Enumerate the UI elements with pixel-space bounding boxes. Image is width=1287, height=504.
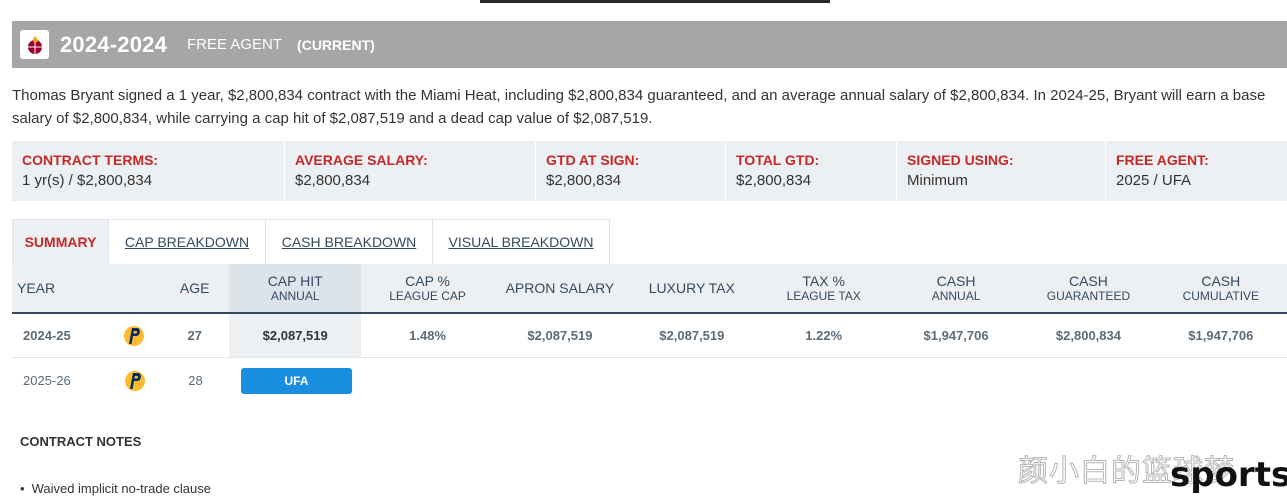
ufa-badge: UFA — [241, 367, 352, 394]
table-row: 2025-26 28 UFA — [12, 358, 1287, 403]
cell-apron-salary: $2,087,519 — [527, 328, 593, 343]
header-label: APRON SALARY — [505, 279, 615, 296]
header-label: CASH — [1068, 272, 1108, 289]
header-label: YEAR — [17, 279, 56, 296]
header-sublabel: LEAGUE TAX — [786, 288, 861, 303]
term-contract-terms: CONTRACT TERMS: 1 yr(s) / $2,800,834 — [12, 141, 285, 201]
header-label: CASH — [1201, 272, 1241, 289]
contract-notes-title: CONTRACT NOTES — [20, 434, 142, 449]
header-label: CASH — [936, 272, 976, 289]
term-label: FREE AGENT: — [1116, 152, 1209, 168]
cell-tax-pct: 1.22% — [805, 328, 843, 343]
top-image-strip — [480, 0, 830, 3]
term-value: $2,800,834 — [546, 172, 622, 189]
term-value: $2,800,834 — [295, 172, 371, 189]
heat-logo-icon — [20, 30, 49, 59]
header-sublabel: CUMULATIVE — [1182, 288, 1260, 303]
cell-age: 28 — [188, 373, 203, 388]
header-label: LUXURY TAX — [648, 279, 735, 296]
cell-cash-guaranteed: $2,800,834 — [1055, 328, 1121, 343]
header-label: CAP HIT — [267, 272, 323, 289]
tab-cap-breakdown[interactable]: CAP BREAKDOWN — [109, 220, 266, 264]
term-free-agent: FREE AGENT: 2025 / UFA — [1106, 141, 1287, 201]
header-tax-pct: TAX % LEAGUE TAX — [758, 264, 890, 312]
cell-cap-pct: 1.48% — [409, 328, 447, 343]
header-team — [108, 264, 161, 312]
term-value: $2,800,834 — [736, 172, 812, 189]
contract-description: Thomas Bryant signed a 1 year, $2,800,83… — [12, 87, 1266, 127]
term-signed-using: SIGNED USING: Minimum — [897, 141, 1106, 201]
table-row: 2024-25 27 $2,087,519 1.48% $2,087,519 $… — [12, 314, 1287, 358]
cell-cash-annual: $1,947,706 — [923, 328, 989, 343]
term-gtd-at-sign: GTD AT SIGN: $2,800,834 — [536, 141, 726, 201]
cell-year: 2024-25 — [23, 328, 71, 343]
header-cash-guaranteed: CASH GUARANTEED — [1022, 264, 1154, 312]
header-sublabel: LEAGUE CAP — [389, 288, 466, 303]
table-header: YEAR AGE CAP HIT ANNUAL CAP % LEAGUE CAP A… — [12, 264, 1287, 314]
header-cap-pct: CAP % LEAGUE CAP — [361, 264, 493, 312]
term-label: SIGNED USING: — [907, 152, 1014, 168]
list-item: Waived implicit no-trade clause — [20, 481, 211, 496]
tab-cash-breakdown[interactable]: CASH BREAKDOWN — [266, 220, 433, 264]
tab-visual-breakdown[interactable]: VISUAL BREAKDOWN — [433, 220, 609, 264]
term-label: GTD AT SIGN: — [546, 152, 640, 168]
header-sublabel: ANNUAL — [931, 288, 981, 303]
term-value: 2025 / UFA — [1116, 172, 1192, 189]
header-luxury-tax: LUXURY TAX — [626, 264, 757, 312]
cell-year: 2025-26 — [23, 373, 71, 388]
term-value: 1 yr(s) / $2,800,834 — [22, 172, 153, 189]
contract-type: FREE AGENT — [187, 36, 283, 53]
header-label: TAX % — [802, 272, 845, 289]
term-total-gtd: TOTAL GTD: $2,800,834 — [726, 141, 897, 201]
cell-cash-cumulative: $1,947,706 — [1188, 328, 1254, 343]
header-sublabel: GUARANTEED — [1046, 288, 1131, 303]
header-cash-annual: CASH ANNUAL — [890, 264, 1022, 312]
contract-terms-bar: CONTRACT TERMS: 1 yr(s) / $2,800,834 AVE… — [12, 141, 1287, 201]
header-label: AGE — [179, 279, 210, 296]
contract-status: (CURRENT) — [297, 36, 375, 53]
pacers-logo-icon — [108, 358, 161, 403]
cell-cap-hit: $2,087,519 — [229, 314, 362, 357]
term-average-salary: AVERAGE SALARY: $2,800,834 — [285, 141, 536, 201]
term-label: AVERAGE SALARY: — [295, 152, 428, 168]
cell-age: 27 — [187, 328, 202, 343]
breakdown-tabs: SUMMARY CAP BREAKDOWN CASH BREAKDOWN VIS… — [12, 219, 610, 264]
header-sublabel: ANNUAL — [270, 288, 320, 303]
tab-summary[interactable]: SUMMARY — [13, 220, 109, 264]
term-label: TOTAL GTD: — [736, 152, 820, 168]
header-label: CAP % — [405, 272, 450, 289]
contract-banner: 2024-2024 FREE AGENT (CURRENT) — [12, 21, 1287, 68]
header-cash-cumulative: CASH CUMULATIVE — [1155, 264, 1287, 312]
contract-years: 2024-2024 — [60, 31, 168, 57]
cell-status: UFA — [230, 358, 363, 403]
term-label: CONTRACT TERMS: — [22, 152, 159, 168]
cell-luxury-tax: $2,087,519 — [659, 328, 725, 343]
watermark-sports: sports — [1170, 455, 1287, 495]
header-cap-hit: CAP HIT ANNUAL — [229, 264, 362, 312]
term-value: Minimum — [907, 172, 968, 189]
header-age: AGE — [160, 264, 229, 312]
header-apron-salary: APRON SALARY — [494, 264, 626, 312]
pacers-logo-icon — [108, 314, 161, 357]
header-year: YEAR — [12, 264, 108, 312]
contract-notes-list: Waived implicit no-trade clause — [20, 481, 211, 496]
